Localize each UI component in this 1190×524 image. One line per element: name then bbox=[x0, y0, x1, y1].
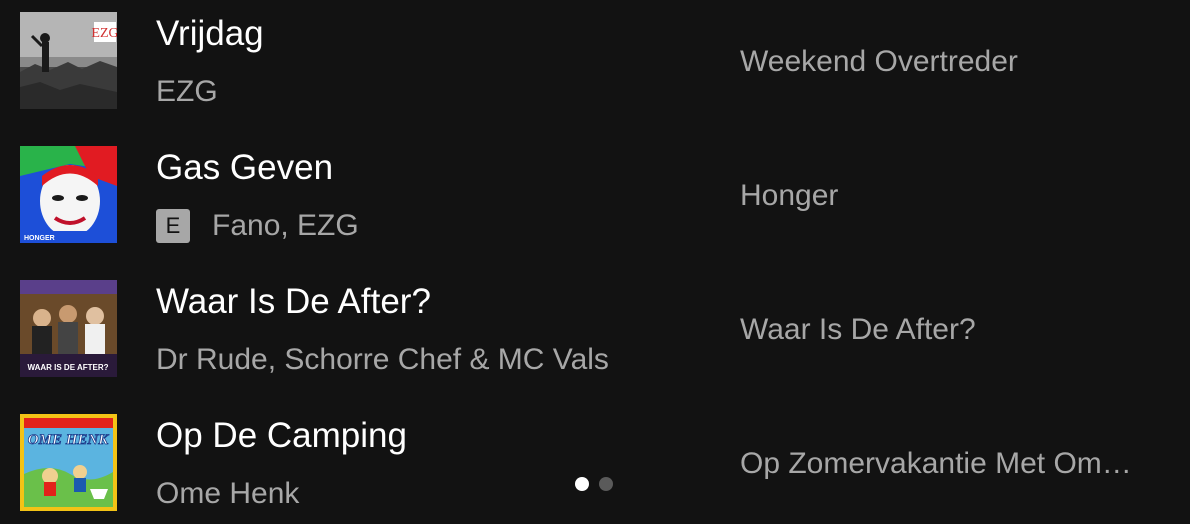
track-artist[interactable]: Dr Rude, Schorre Chef & MC Vals bbox=[156, 340, 609, 380]
track-artist[interactable]: EZG bbox=[156, 72, 218, 112]
track-row[interactable]: WAAR IS DE AFTER? Waar Is De After? Dr R… bbox=[0, 268, 1190, 388]
album-cover-text: WAAR IS DE AFTER? bbox=[27, 363, 108, 372]
track-title[interactable]: Vrijdag bbox=[156, 14, 264, 54]
track-album[interactable]: Honger bbox=[740, 176, 1185, 216]
track-title[interactable]: Op De Camping bbox=[156, 416, 407, 456]
artist-line: Ome Henk bbox=[156, 474, 299, 514]
page-dot[interactable] bbox=[599, 477, 613, 491]
artist-line: Dr Rude, Schorre Chef & MC Vals bbox=[156, 340, 609, 380]
track-title[interactable]: Gas Geven bbox=[156, 148, 333, 188]
track-row[interactable]: HONGER Gas Geven E Fano, EZG Honger bbox=[0, 134, 1190, 254]
track-album[interactable]: Weekend Overtreder bbox=[740, 42, 1185, 82]
album-cover[interactable]: OME HENK bbox=[20, 414, 117, 511]
album-cover-art: OME HENK bbox=[20, 414, 117, 511]
page-indicator bbox=[575, 477, 613, 491]
album-cover-text: HONGER bbox=[24, 235, 55, 242]
track-album[interactable]: Waar Is De After? bbox=[740, 310, 1185, 350]
album-cover-art: HONGER bbox=[20, 146, 117, 243]
album-cover-art: EZG bbox=[20, 12, 117, 109]
album-cover-text: EZG bbox=[91, 26, 117, 41]
page-dot-active[interactable] bbox=[575, 477, 589, 491]
explicit-badge: E bbox=[156, 209, 190, 243]
track-album[interactable]: Op Zomervakantie Met Om… bbox=[740, 444, 1185, 484]
album-cover-art: WAAR IS DE AFTER? bbox=[20, 280, 117, 377]
album-cover[interactable]: EZG bbox=[20, 12, 117, 109]
track-artist[interactable]: Ome Henk bbox=[156, 474, 299, 514]
album-cover-text: OME HENK bbox=[28, 432, 109, 448]
artist-line: E Fano, EZG bbox=[156, 206, 359, 246]
track-row[interactable]: EZG Vrijdag EZG Weekend Overtreder bbox=[0, 0, 1190, 120]
artist-line: EZG bbox=[156, 72, 218, 112]
track-artist[interactable]: Fano, EZG bbox=[212, 206, 359, 246]
track-list: EZG Vrijdag EZG Weekend Overtreder HONGE… bbox=[0, 0, 1190, 524]
album-cover[interactable]: HONGER bbox=[20, 146, 117, 243]
track-row[interactable]: OME HENK Op De Camping Ome Henk Op Zomer… bbox=[0, 402, 1190, 522]
album-cover[interactable]: WAAR IS DE AFTER? bbox=[20, 280, 117, 377]
track-title[interactable]: Waar Is De After? bbox=[156, 282, 431, 322]
